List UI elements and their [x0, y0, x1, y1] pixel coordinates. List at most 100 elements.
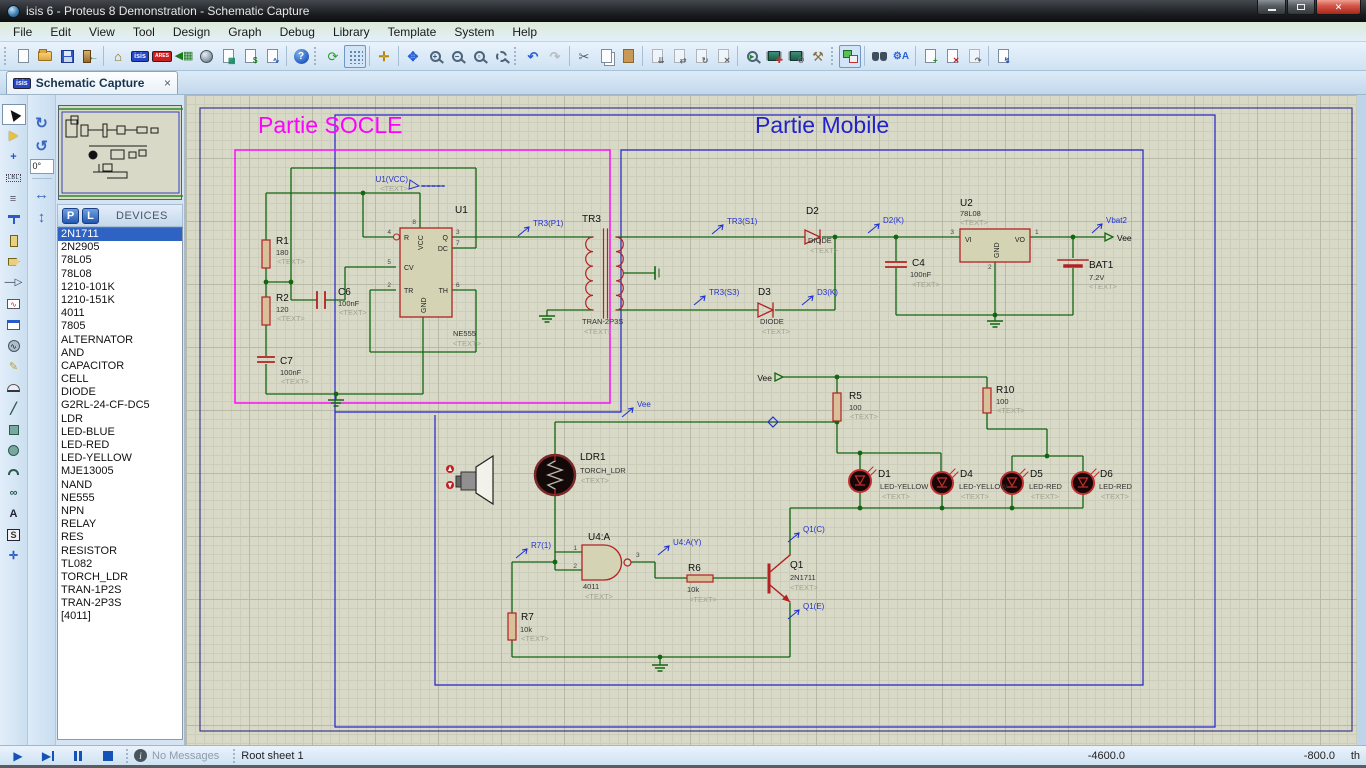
step-button[interactable]: ▶	[36, 748, 60, 764]
remove-sheet-button[interactable]: ✕	[941, 45, 963, 68]
device-list-item[interactable]: MJE13005	[58, 465, 182, 478]
rotation-angle-field[interactable]: 0°	[29, 159, 54, 174]
component-q1-transistor[interactable]	[767, 554, 791, 603]
make-device-button[interactable]: ✚	[763, 45, 785, 68]
selection-mode-button[interactable]	[1, 104, 26, 125]
menu-system[interactable]: System	[445, 22, 503, 42]
mobile-region-title[interactable]: Partie Mobile	[755, 112, 889, 138]
menu-graph[interactable]: Graph	[219, 22, 270, 42]
device-list-item[interactable]: 1210-101K	[58, 281, 182, 294]
wire-label-mode-button[interactable]: LBL	[2, 167, 26, 188]
current-probe-mode-button[interactable]	[2, 377, 26, 398]
3d-viewer-button[interactable]	[195, 45, 217, 68]
device-list-item[interactable]: NE555	[58, 492, 182, 505]
copy-button[interactable]	[595, 45, 617, 68]
device-list-item[interactable]: TRAN-1P2S	[58, 584, 182, 597]
schematic-canvas[interactable]: Partie SOCLE Partie Mobile R CV TR Q DC …	[186, 95, 1357, 745]
menu-design[interactable]: Design	[164, 22, 219, 42]
2d-box-mode-button[interactable]	[2, 419, 26, 440]
component-c6[interactable]	[316, 291, 326, 309]
isis-button[interactable]: isis	[129, 45, 151, 68]
terminal-mode-button[interactable]	[2, 251, 26, 272]
device-list-item[interactable]: LDR	[58, 413, 182, 426]
voltage-probe-mode-button[interactable]: ✎	[2, 356, 26, 377]
pan-button[interactable]: ✥	[402, 45, 424, 68]
home-button[interactable]: ⌂	[107, 45, 129, 68]
cut-button[interactable]: ✂	[573, 45, 595, 68]
new-sheet-button[interactable]: +	[919, 45, 941, 68]
goto-sheet-button[interactable]: ↷	[963, 45, 985, 68]
bus-mode-button[interactable]	[2, 209, 26, 230]
device-list-item[interactable]: LED-RED	[58, 439, 182, 452]
junction-dot-mode-button[interactable]: +	[2, 146, 26, 167]
save-design-button[interactable]	[56, 45, 78, 68]
bill-of-materials-button[interactable]: $	[239, 45, 261, 68]
menu-library[interactable]: Library	[324, 22, 379, 42]
component-d1-led[interactable]	[848, 466, 877, 493]
menu-template[interactable]: Template	[379, 22, 446, 42]
zoom-area-button[interactable]	[490, 45, 512, 68]
decompose-button[interactable]: ⚒	[807, 45, 829, 68]
menu-file[interactable]: File	[4, 22, 41, 42]
toggle-grid-button[interactable]	[344, 44, 366, 68]
zoom-in-button[interactable]: +	[424, 45, 446, 68]
schematic-overview[interactable]	[58, 105, 183, 200]
2d-circle-mode-button[interactable]	[2, 440, 26, 461]
search-tag-button[interactable]	[868, 45, 890, 68]
component-c4[interactable]	[885, 261, 907, 268]
2d-arc-mode-button[interactable]	[2, 461, 26, 482]
component-r6[interactable]	[686, 574, 714, 583]
component-d4-led[interactable]	[930, 468, 959, 495]
device-list-item[interactable]: 7805	[58, 320, 182, 333]
rotate-anticlockwise-button[interactable]: ↺	[30, 135, 54, 157]
vee-terminal-right[interactable]	[1104, 231, 1115, 243]
zoom-all-button[interactable]: ▫	[468, 45, 490, 68]
component-r1[interactable]	[261, 239, 271, 269]
block-rotate-button[interactable]: ↻	[690, 45, 712, 68]
stop-button[interactable]	[96, 748, 120, 764]
2d-marker-mode-button[interactable]: ✛	[2, 545, 26, 566]
wire-autorouter-button[interactable]	[839, 44, 861, 68]
block-copy-button[interactable]: ⇊	[646, 45, 668, 68]
active-popup-mode-button[interactable]	[2, 314, 26, 335]
design-explorer-button[interactable]: ▦	[217, 45, 239, 68]
component-u4a-nand[interactable]	[581, 544, 632, 581]
packaging-tool-button[interactable]: ⚙	[785, 45, 807, 68]
mirror-vertical-button[interactable]: ↕	[30, 206, 54, 228]
tab-schematic-capture[interactable]: isis Schematic Capture ×	[6, 71, 178, 94]
device-list-item[interactable]: LED-BLUE	[58, 426, 182, 439]
device-pin-mode-button[interactable]: —▷	[2, 272, 26, 293]
pick-parts-button[interactable]: ▸	[741, 45, 763, 68]
device-list-item[interactable]: AND	[58, 347, 182, 360]
component-c7[interactable]	[257, 356, 275, 363]
graph-mode-button[interactable]: ∿	[2, 293, 26, 314]
device-list-item[interactable]: 2N2905	[58, 241, 182, 254]
device-list-item[interactable]: 1210-151K	[58, 294, 182, 307]
paste-button[interactable]	[617, 45, 639, 68]
ares-button[interactable]: ARES	[151, 45, 173, 68]
device-list-item[interactable]: G2RL-24-CF-DC5	[58, 399, 182, 412]
2d-path-mode-button[interactable]: ∞	[2, 482, 26, 503]
menu-view[interactable]: View	[80, 22, 124, 42]
component-ldr1[interactable]	[533, 453, 577, 497]
component-r2[interactable]	[261, 296, 271, 326]
redo-button[interactable]: ↷	[544, 45, 566, 68]
help-button[interactable]: ?	[290, 45, 312, 68]
block-move-button[interactable]: ⇄	[668, 45, 690, 68]
device-list-item[interactable]: [4011]	[58, 610, 182, 623]
socle-region-title[interactable]: Partie SOCLE	[258, 112, 402, 138]
component-mode-button[interactable]	[2, 125, 26, 146]
menu-edit[interactable]: Edit	[41, 22, 80, 42]
device-list-item[interactable]: 78L05	[58, 254, 182, 267]
new-design-button[interactable]	[12, 45, 34, 68]
pause-button[interactable]	[66, 748, 90, 764]
menu-tool[interactable]: Tool	[124, 22, 164, 42]
play-button[interactable]: ▶	[6, 748, 30, 764]
device-list-item[interactable]: ALTERNATOR	[58, 334, 182, 347]
mirror-horizontal-button[interactable]: ↔	[30, 183, 54, 205]
generator-mode-button[interactable]: ∿	[2, 335, 26, 356]
origin-button[interactable]: ✛	[373, 45, 395, 68]
library-manager-button[interactable]: L	[82, 207, 99, 224]
device-list-item[interactable]: TORCH_LDR	[58, 571, 182, 584]
property-assignment-button[interactable]: ⚙A	[890, 45, 912, 68]
